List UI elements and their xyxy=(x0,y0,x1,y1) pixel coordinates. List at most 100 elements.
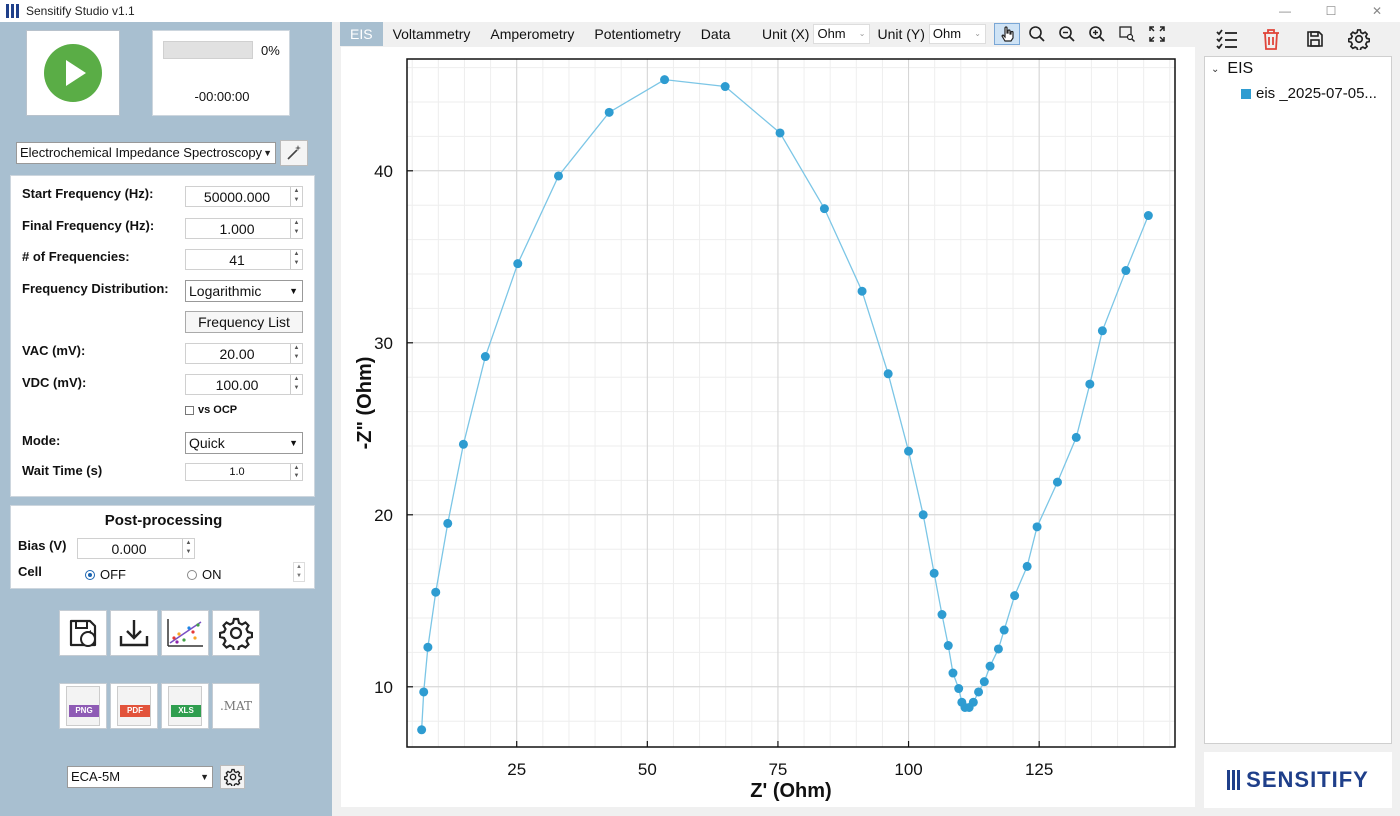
spin-arrows-icon[interactable]: ▲ ▼ xyxy=(290,187,302,206)
cell-on-radio[interactable]: ON xyxy=(187,567,222,582)
vac-input[interactable]: 20.00 ▲ ▼ xyxy=(185,343,303,364)
spin-arrows-icon[interactable]: ▲ ▼ xyxy=(293,562,305,582)
play-icon xyxy=(44,44,102,102)
delete-button[interactable] xyxy=(1249,28,1293,50)
search-icon xyxy=(1029,26,1045,42)
download-button[interactable] xyxy=(110,610,158,656)
data-point xyxy=(1121,266,1131,276)
nyquist-chart[interactable]: 25 50 75 100 125 10 20 30 40 Z' (Ohm) -Z" (Ohm) xyxy=(341,47,1195,807)
tree-node-eis[interactable]: ⌄ EIS xyxy=(1211,60,1253,78)
save-icon xyxy=(1307,31,1323,47)
zoom-box-button[interactable] xyxy=(1114,23,1140,45)
tab-amperometry[interactable]: Amperometry xyxy=(480,22,584,46)
tab-potentiometry[interactable]: Potentiometry xyxy=(584,22,690,46)
fit-to-view-button[interactable] xyxy=(1144,23,1170,45)
export-xls-button[interactable]: XLS xyxy=(161,683,209,729)
cell-off-radio[interactable]: OFF xyxy=(85,567,126,582)
vdc-input[interactable]: 100.00 ▲ ▼ xyxy=(185,374,303,395)
left-panel: 0% -00:00:00 Electrochemical Impedance S… xyxy=(0,22,332,816)
x-tick-label: 125 xyxy=(1025,760,1053,779)
data-point xyxy=(904,446,914,456)
spin-arrows-icon[interactable]: ▲ ▼ xyxy=(182,539,194,558)
mode-select[interactable]: Quick ▼ xyxy=(185,432,303,454)
zoom-button[interactable] xyxy=(1024,23,1050,45)
zoom-in-button[interactable] xyxy=(1084,23,1110,45)
data-point xyxy=(660,75,670,85)
cell-on-label: ON xyxy=(202,567,222,582)
close-icon[interactable]: ✕ xyxy=(1354,0,1400,22)
checkbox-icon xyxy=(185,405,194,415)
start-frequency-input[interactable]: 50000.000 ▲ ▼ xyxy=(185,186,303,207)
unit-y-select[interactable]: Ohm ⌄ xyxy=(928,24,986,44)
plot-area xyxy=(407,59,1175,747)
export-mat-button[interactable]: .MAT xyxy=(212,683,260,729)
unit-x-select[interactable]: Ohm ⌄ xyxy=(813,24,871,44)
tab-data[interactable]: Data xyxy=(691,22,741,46)
num-frequencies-value: 41 xyxy=(229,252,245,268)
data-point xyxy=(775,128,785,138)
play-button[interactable] xyxy=(26,30,120,116)
vs-ocp-checkbox[interactable]: vs OCP xyxy=(185,404,237,416)
final-frequency-input[interactable]: 1.000 ▲ ▼ xyxy=(185,218,303,239)
maximize-icon[interactable]: ☐ xyxy=(1308,0,1354,22)
tree-item-eis-file[interactable]: eis _2025-07-05... xyxy=(1241,85,1377,102)
gear-icon xyxy=(219,617,253,650)
device-select[interactable]: ECA-5M ▼ xyxy=(67,766,213,788)
magic-wand-button[interactable] xyxy=(280,140,308,166)
x-tick-label: 25 xyxy=(507,760,526,779)
chevron-down-icon[interactable]: ⌄ xyxy=(1211,64,1219,75)
method-select[interactable]: Electrochemical Impedance Spectroscopy ▼ xyxy=(16,142,276,164)
bias-input[interactable]: 0.000 ▲ ▼ xyxy=(77,538,195,559)
x-tick-label: 75 xyxy=(768,760,787,779)
spin-arrows-icon[interactable]: ▲ ▼ xyxy=(290,250,302,269)
settings-button[interactable] xyxy=(212,610,260,656)
data-point xyxy=(513,259,523,269)
x-axis-label: Z' (Ohm) xyxy=(750,780,831,802)
data-point xyxy=(937,610,947,620)
series-color-icon xyxy=(1241,88,1251,99)
tab-eis[interactable]: EIS xyxy=(340,22,383,46)
data-point xyxy=(458,439,468,449)
progress-panel: 0% -00:00:00 xyxy=(152,30,290,116)
chart-svg[interactable]: 25 50 75 100 125 10 20 30 40 Z' (Ohm) -Z" (Ohm) xyxy=(341,47,1195,807)
xls-label: XLS xyxy=(171,705,201,717)
data-settings-button[interactable] xyxy=(1337,28,1381,50)
select-all-button[interactable] xyxy=(1205,29,1249,49)
zoom-out-button[interactable] xyxy=(1054,23,1080,45)
save-data-button[interactable] xyxy=(59,610,107,656)
spin-arrows-icon[interactable]: ▲ ▼ xyxy=(290,464,302,480)
scatter-plot-icon xyxy=(167,619,203,647)
spin-arrows-icon[interactable]: ▲ ▼ xyxy=(290,344,302,363)
gear-icon xyxy=(1348,29,1370,50)
export-pdf-button[interactable]: PDF xyxy=(110,683,158,729)
freq-distribution-select[interactable]: Logarithmic ▼ xyxy=(185,280,303,302)
pan-tool-button[interactable] xyxy=(993,23,1020,45)
spin-arrows-icon[interactable]: ▲ ▼ xyxy=(290,219,302,238)
chart-toolbar: Unit (X) Ohm ⌄ Unit (Y) Ohm ⌄ xyxy=(762,22,1170,46)
data-point xyxy=(443,518,453,528)
wait-time-input[interactable]: 1.0 ▲ ▼ xyxy=(185,463,303,481)
mat-label: .MAT xyxy=(219,699,253,713)
save-button[interactable] xyxy=(1293,30,1337,48)
export-png-button[interactable]: PNG xyxy=(59,683,107,729)
y-tick-label: 10 xyxy=(374,678,393,697)
pdf-file-icon: PDF xyxy=(117,686,151,726)
data-point xyxy=(431,587,441,597)
frequency-list-button[interactable]: Frequency List xyxy=(185,311,303,333)
elapsed-time: -00:00:00 xyxy=(194,89,250,104)
spin-arrows-icon[interactable]: ▲ ▼ xyxy=(290,375,302,394)
tab-voltammetry[interactable]: Voltammetry xyxy=(383,22,481,46)
plot-settings-button[interactable] xyxy=(161,610,209,656)
x-tick-label: 50 xyxy=(638,760,657,779)
data-point xyxy=(857,286,867,296)
mode-label: Mode: xyxy=(22,433,61,448)
num-frequencies-input[interactable]: 41 ▲ ▼ xyxy=(185,249,303,270)
data-point xyxy=(979,677,989,687)
trash-icon xyxy=(1263,29,1279,50)
data-point xyxy=(918,510,928,520)
minimize-icon[interactable]: — xyxy=(1262,0,1308,22)
unit-x-label: Unit (X) xyxy=(762,26,810,42)
post-processing-title: Post-processing xyxy=(104,512,223,529)
wait-time-label: Wait Time (s) xyxy=(22,463,103,478)
device-settings-button[interactable] xyxy=(220,765,245,789)
